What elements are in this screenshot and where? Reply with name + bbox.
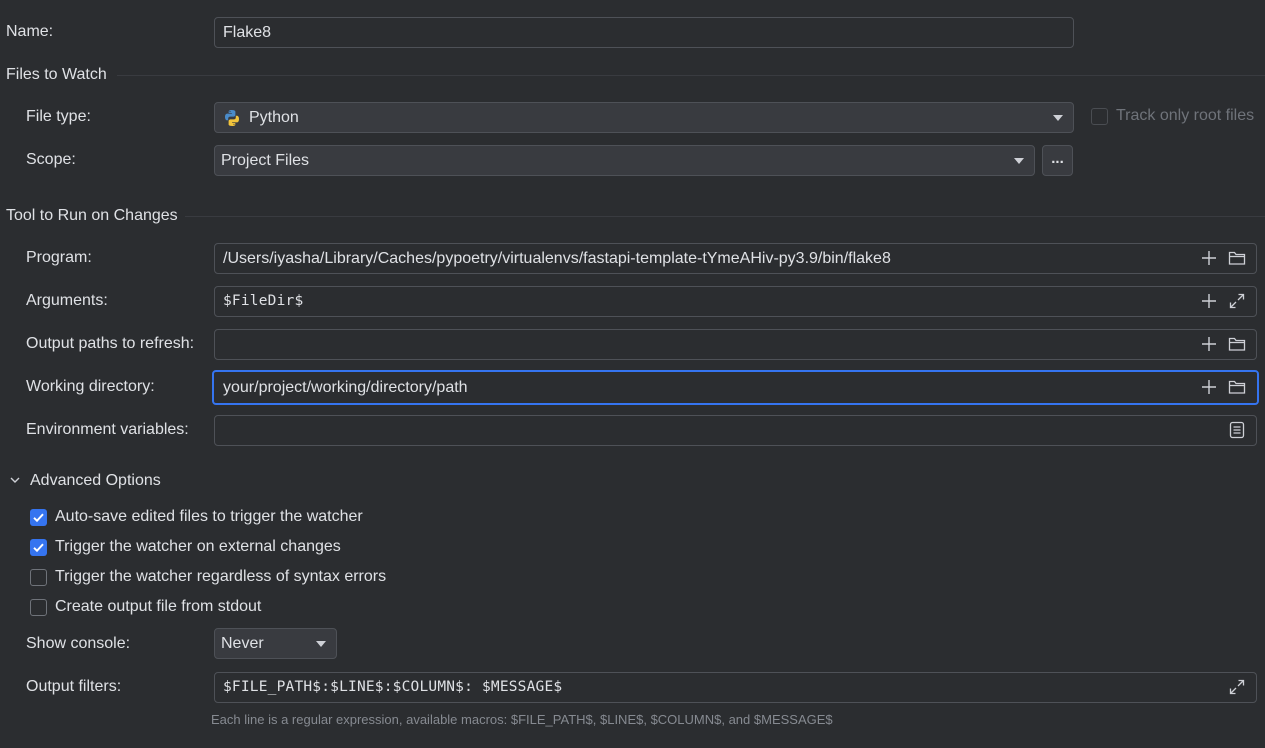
stdout-output-label: Create output file from stdout: [55, 598, 262, 615]
expand-icon[interactable]: [1228, 678, 1246, 696]
checkmark-icon: [33, 543, 44, 553]
chevron-down-icon: [316, 641, 326, 647]
chevron-down-icon[interactable]: [8, 473, 22, 487]
scope-more-button[interactable]: ...: [1042, 145, 1073, 176]
folder-icon[interactable]: [1228, 378, 1246, 396]
expand-icon[interactable]: [1228, 292, 1246, 310]
external-changes-label: Trigger the watcher on external changes: [55, 538, 341, 555]
program-label: Program:: [26, 249, 92, 266]
output-paths-label: Output paths to refresh:: [26, 335, 195, 352]
add-icon[interactable]: [1200, 292, 1218, 310]
show-console-dropdown[interactable]: Never: [214, 628, 337, 659]
file-type-dropdown[interactable]: Python: [214, 102, 1074, 133]
program-input[interactable]: /Users/iyasha/Library/Caches/pypoetry/vi…: [214, 243, 1257, 274]
chevron-down-icon: [1014, 158, 1024, 164]
add-icon[interactable]: [1200, 378, 1218, 396]
arguments-input[interactable]: $FileDir$: [214, 286, 1257, 317]
add-icon[interactable]: [1200, 249, 1218, 267]
chevron-down-icon: [1053, 115, 1063, 121]
files-to-watch-title: Files to Watch: [6, 66, 107, 83]
output-paths-input[interactable]: [214, 329, 1257, 360]
section-divider: [185, 216, 1265, 217]
folder-icon[interactable]: [1228, 249, 1246, 267]
section-divider: [117, 75, 1265, 76]
advanced-options-title[interactable]: Advanced Options: [30, 471, 161, 491]
folder-icon[interactable]: [1228, 335, 1246, 353]
auto-save-checkbox[interactable]: [30, 509, 47, 526]
track-root-label: Track only root files: [1116, 107, 1255, 124]
name-input[interactable]: Flake8: [214, 17, 1074, 48]
env-vars-input[interactable]: [214, 415, 1257, 446]
scope-dropdown[interactable]: Project Files: [214, 145, 1035, 176]
external-changes-checkbox[interactable]: [30, 539, 47, 556]
file-type-value: Python: [249, 109, 299, 126]
auto-save-label: Auto-save edited files to trigger the wa…: [55, 508, 363, 525]
syntax-errors-checkbox[interactable]: [30, 569, 47, 586]
show-console-value: Never: [221, 635, 264, 652]
checkmark-icon: [33, 513, 44, 523]
env-vars-label: Environment variables:: [26, 421, 189, 438]
arguments-label: Arguments:: [26, 292, 108, 309]
output-filters-label: Output filters:: [26, 678, 122, 695]
stdout-output-checkbox[interactable]: [30, 599, 47, 616]
scope-value: Project Files: [221, 152, 310, 169]
tool-section-title: Tool to Run on Changes: [6, 207, 178, 224]
working-directory-input[interactable]: your/project/working/directory/path: [212, 370, 1259, 405]
file-type-label: File type:: [26, 108, 91, 125]
show-console-label: Show console:: [26, 635, 131, 652]
scope-label: Scope:: [26, 151, 76, 168]
name-label: Name:: [6, 23, 54, 40]
python-icon: [225, 110, 239, 126]
track-root-checkbox[interactable]: [1091, 108, 1108, 125]
output-filters-hint: Each line is a regular expression, avail…: [211, 712, 833, 727]
output-filters-input[interactable]: $FILE_PATH$:$LINE$:$COLUMN$: $MESSAGE$: [214, 672, 1257, 703]
working-directory-label: Working directory:: [26, 378, 155, 395]
list-icon[interactable]: [1228, 421, 1246, 439]
syntax-errors-label: Trigger the watcher regardless of syntax…: [55, 568, 387, 585]
add-icon[interactable]: [1200, 335, 1218, 353]
